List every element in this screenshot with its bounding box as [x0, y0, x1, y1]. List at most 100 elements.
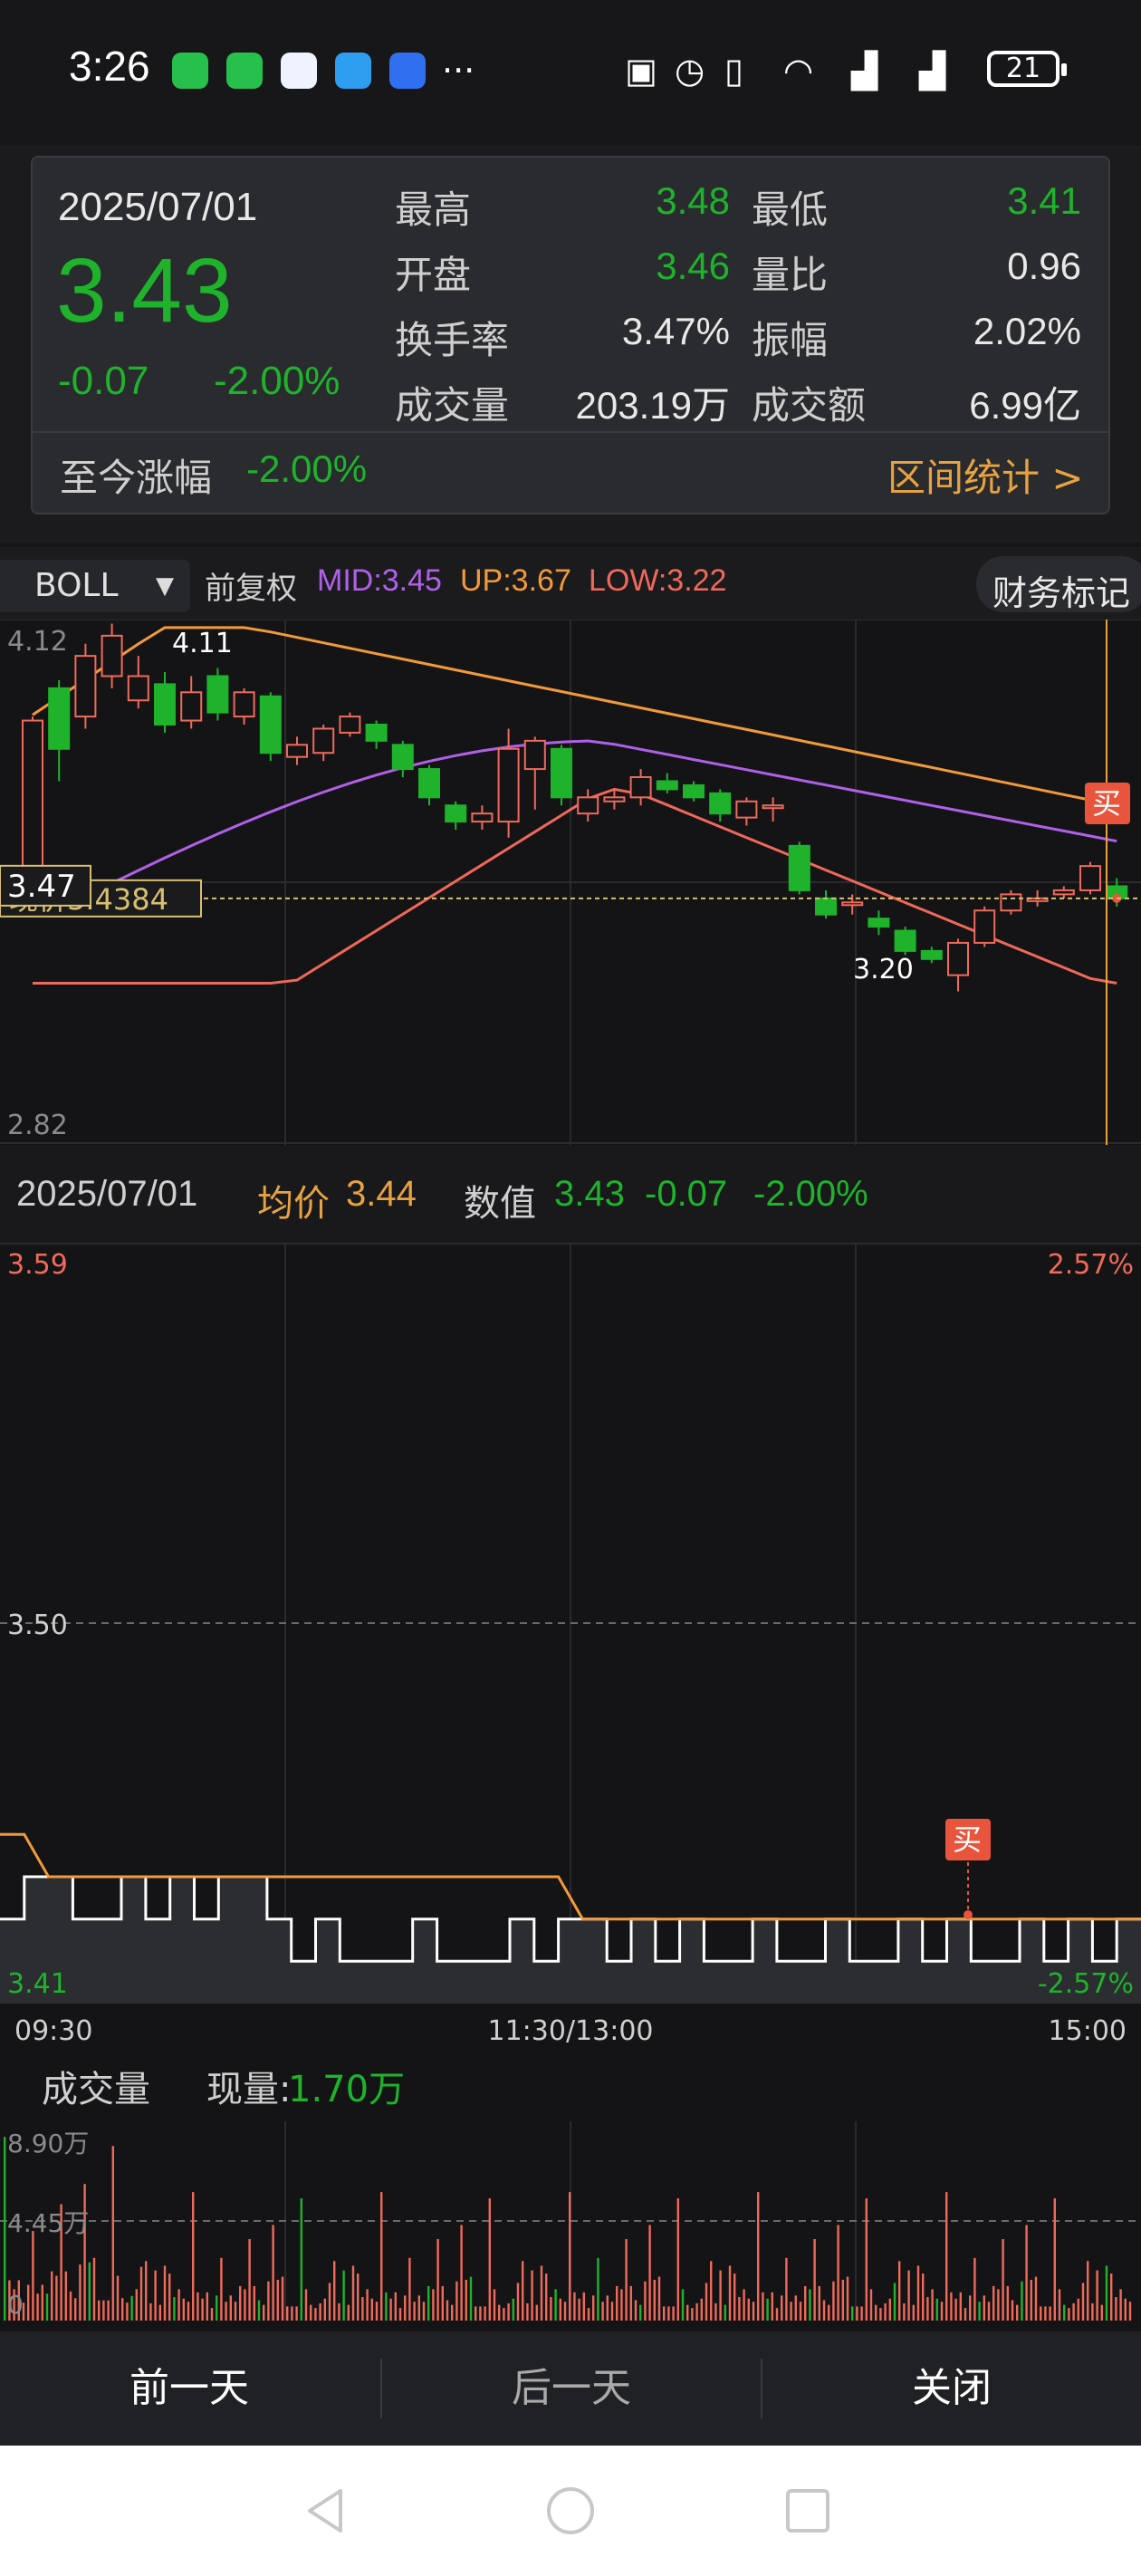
volume-bar	[898, 2261, 901, 2321]
volume-bar	[187, 2302, 190, 2321]
indicator-selector[interactable]: BOLL ▼	[0, 560, 190, 612]
volume-zero-label: 0	[7, 2290, 24, 2320]
intraday-pct-top: 2.57%	[1048, 1249, 1134, 1281]
volume-bar	[903, 2302, 906, 2321]
kline-indicator-bar: BOLL ▼ 前复权 MID:3.45 UP:3.67 LOW:3.22 财务标…	[0, 547, 1141, 620]
volume-bar	[130, 2295, 133, 2321]
popup-change: -0.07	[58, 359, 149, 403]
status-bar: 3:26 ··· ▣ ◷ ▯ ◠ ▟ ▟ 21	[0, 0, 1141, 145]
volume-bar	[987, 2302, 991, 2321]
volume-bar	[950, 2292, 953, 2321]
volume-bar	[64, 2271, 67, 2321]
candle-body	[233, 691, 255, 718]
volume-bar	[1115, 2297, 1117, 2321]
candle-body	[391, 744, 414, 771]
next-day-button[interactable]: 后一天	[382, 2331, 761, 2446]
volume-bar	[672, 2306, 675, 2321]
volume-bar	[404, 2295, 407, 2321]
boll-low: LOW:3.22	[589, 563, 727, 598]
intraday-buy-label: 买	[953, 1822, 982, 1857]
candle-body	[815, 897, 837, 916]
volume-bar	[139, 2266, 143, 2321]
volume-bar	[451, 2304, 454, 2321]
volume-bar	[121, 2298, 124, 2321]
volume-bar	[705, 2283, 708, 2321]
volume-bar	[752, 2302, 755, 2321]
volume-bar	[220, 2257, 223, 2321]
volume-bar	[342, 2270, 345, 2321]
volume-bar	[578, 2298, 580, 2321]
volume-bar	[488, 2198, 491, 2321]
volume-bar	[634, 2300, 638, 2321]
volume-bar	[828, 2304, 830, 2321]
adjust-label[interactable]: 前复权	[205, 563, 297, 608]
back-icon[interactable]	[299, 2484, 353, 2538]
avg-label: 均价	[257, 1184, 330, 1224]
label-high: 最高	[395, 187, 472, 232]
volume-bar	[667, 2306, 670, 2321]
volume-bar	[408, 2257, 411, 2321]
candle-body	[1000, 893, 1022, 912]
volume-bar	[357, 2273, 360, 2321]
candle-body	[206, 675, 229, 714]
recents-icon[interactable]	[781, 2484, 835, 2538]
volume-bar	[738, 2297, 741, 2321]
alarm-icon: ◷	[675, 51, 705, 91]
candle-body	[312, 727, 335, 755]
current-price-label: 3.47	[7, 869, 76, 905]
value-volume: 203.19万	[575, 384, 730, 427]
volume-bar	[257, 2300, 261, 2321]
volume-bar	[417, 2295, 420, 2321]
volume-bar	[681, 2289, 685, 2321]
finance-mark-button[interactable]: 财务标记	[976, 556, 1141, 613]
volume-bar	[88, 2262, 91, 2321]
candle-body	[947, 941, 969, 976]
volume-bar	[310, 2304, 312, 2321]
volume-bar	[940, 2302, 944, 2321]
volume-bar	[338, 2302, 340, 2321]
app-icon	[281, 53, 317, 89]
candle-body	[259, 695, 282, 755]
volume-bar	[281, 2276, 284, 2321]
kline-high-label: 4.11	[172, 628, 233, 659]
value-turnover: 3.47%	[621, 310, 730, 352]
volume-bar	[644, 2281, 647, 2321]
volume-bar	[841, 2280, 844, 2321]
volume-bar	[116, 2275, 120, 2321]
volume-bar	[653, 2280, 656, 2321]
volume-bar	[762, 2292, 764, 2321]
home-icon[interactable]	[543, 2484, 598, 2538]
volume-bar	[616, 2285, 618, 2321]
value-high: 3.48	[656, 179, 730, 222]
intraday-chart[interactable]: 3.59 3.50 3.41 2.57% -2.57% 09:30 11:30/…	[0, 1243, 1141, 2058]
intraday-value: 3.43	[554, 1174, 625, 1214]
kline-chart[interactable]: 4.12 2.82 4.11 3.20 现价3.4384 3.47 买	[0, 620, 1141, 1145]
prev-day-button[interactable]: 前一天	[0, 2331, 379, 2446]
close-button[interactable]: 关闭	[762, 2331, 1141, 2446]
volume-bar	[398, 2308, 402, 2321]
volume-bar	[107, 2300, 110, 2321]
volume-bar	[893, 2283, 896, 2321]
volume-bar	[182, 2298, 185, 2321]
nfc-icon: ▣	[625, 51, 657, 91]
volume-bar	[74, 2298, 77, 2321]
candle-body	[868, 918, 890, 928]
message-icon	[335, 53, 371, 89]
volume-chart[interactable]: 8.90万 4.45万 0	[0, 2121, 1141, 2321]
volume-bar	[978, 2302, 981, 2321]
signal-icon: ▟	[919, 51, 946, 91]
volume-bar	[314, 2308, 317, 2321]
volume-bar	[234, 2302, 237, 2321]
volume-bar	[197, 2292, 199, 2321]
range-stats-link[interactable]: 区间统计 >	[887, 447, 1084, 503]
volume-bar	[328, 2283, 331, 2321]
volume-bar	[493, 2289, 496, 2321]
label-volume-ratio: 量比	[752, 253, 829, 297]
label-amplitude: 振幅	[752, 318, 829, 362]
current-volume-label: 现量:	[206, 2069, 292, 2110]
volume-bar	[954, 2298, 957, 2321]
candle-body	[74, 655, 97, 718]
volume-bar	[177, 2289, 180, 2321]
volume-bar	[69, 2291, 72, 2321]
candle-body	[973, 909, 996, 944]
